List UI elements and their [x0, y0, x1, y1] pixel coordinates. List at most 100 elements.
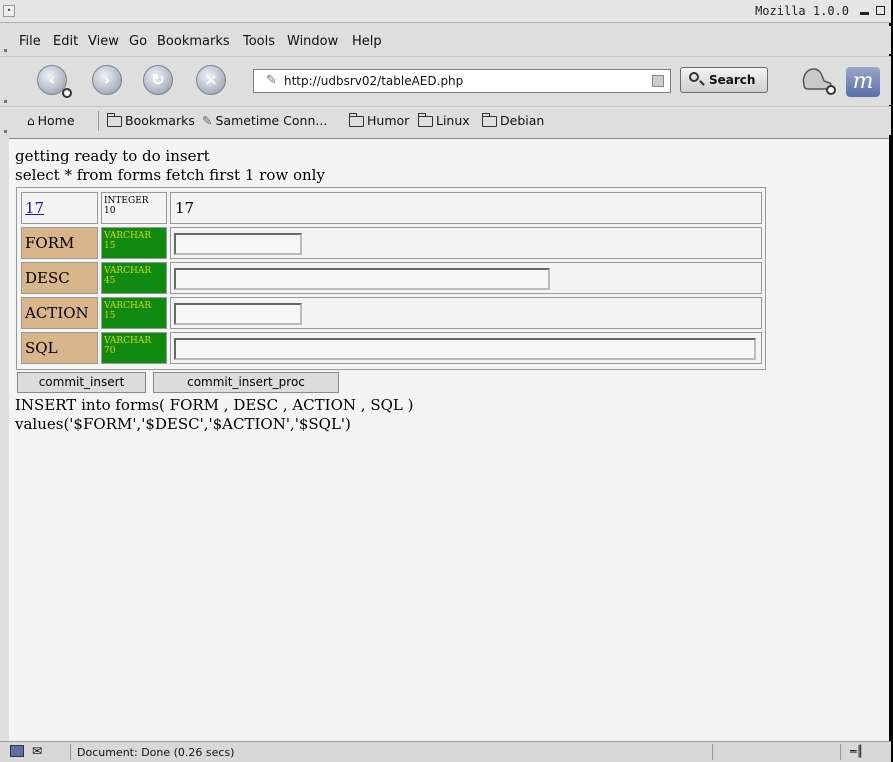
folder-icon — [349, 112, 364, 127]
status-text: Document: Done (0.26 secs) — [77, 746, 235, 759]
menu-view[interactable]: View — [88, 34, 119, 49]
type-cell: VARCHAR 15 — [101, 297, 167, 329]
menu-bar: File Edit View Go Bookmarks Tools Window… — [0, 26, 891, 54]
type-name: VARCHAR — [104, 301, 152, 311]
type-name: VARCHAR — [104, 336, 152, 346]
value-cell — [170, 332, 762, 364]
reload-icon: ↻ — [151, 70, 165, 89]
url-bar[interactable]: ✎ http://udbsrv02/tableAED.php — [253, 69, 671, 93]
url-history-dropdown-icon[interactable] — [652, 75, 664, 87]
table-row: SQL VARCHAR 70 — [21, 332, 762, 364]
table-row: 17 INTEGER 10 17 — [21, 192, 762, 224]
form-input[interactable] — [174, 233, 302, 255]
column-name-cell: FORM — [21, 227, 98, 259]
status-separator — [840, 744, 841, 760]
menu-tools[interactable]: Tools — [243, 34, 275, 49]
value-cell — [170, 297, 762, 329]
home-icon: ⌂ — [27, 113, 35, 128]
column-name-cell: SQL — [21, 332, 98, 364]
bookmark-home[interactable]: ⌂ Home — [27, 113, 75, 128]
search-button[interactable]: Search — [680, 67, 768, 93]
folder-icon — [418, 112, 433, 127]
menu-file[interactable]: File — [19, 34, 41, 49]
table-row: FORM VARCHAR 15 — [21, 227, 762, 259]
column-name-cell: ACTION — [21, 297, 98, 329]
bookmark-linux-label: Linux — [436, 113, 470, 128]
back-arrow-icon: ‹ — [48, 70, 56, 89]
row-key-link[interactable]: 17 — [25, 199, 44, 217]
magnifier-icon — [689, 72, 699, 82]
mail-icon[interactable]: ✉ — [32, 744, 42, 758]
type-length: 15 — [104, 311, 116, 321]
menu-edit[interactable]: Edit — [53, 34, 78, 49]
bookmark-sametime[interactable]: ✎ Sametime Conn... — [202, 113, 327, 128]
page-content: getting ready to do insert select * from… — [9, 138, 889, 741]
window-menu-button[interactable]: • — [3, 5, 15, 17]
table-row: DESC VARCHAR 45 — [21, 262, 762, 294]
status-bar: ✉ Document: Done (0.26 secs) ═║ — [0, 741, 891, 762]
page-proxy-icon[interactable]: ✎ — [266, 70, 277, 92]
bookmark-humor-label: Humor — [367, 113, 410, 128]
row-key-cell[interactable]: 17 — [21, 192, 98, 224]
print-icon[interactable] — [800, 63, 836, 95]
search-button-label: Search — [709, 73, 756, 87]
type-name: VARCHAR — [104, 231, 152, 241]
type-cell: VARCHAR 70 — [101, 332, 167, 364]
type-length: 45 — [104, 276, 116, 286]
bookmarks-grip[interactable] — [2, 107, 9, 135]
type-cell: VARCHAR 45 — [101, 262, 167, 294]
values-statement-line: values('$FORM','$DESC','$ACTION','$SQL') — [15, 415, 351, 433]
back-button[interactable]: ‹ — [37, 65, 72, 98]
folder-icon — [107, 112, 122, 127]
navigator-icon[interactable] — [10, 745, 24, 757]
mozilla-logo-icon: m — [846, 67, 880, 97]
action-input[interactable] — [174, 303, 302, 325]
bookmarks-toolbar: ⌂ Home Bookmarks ✎ Sametime Conn... Humo… — [0, 106, 891, 135]
menu-help[interactable]: Help — [352, 34, 382, 49]
menu-window[interactable]: Window — [287, 34, 338, 49]
menu-bookmarks[interactable]: Bookmarks — [157, 34, 230, 49]
type-name: INTEGER — [104, 196, 149, 206]
reload-button[interactable]: ↻ — [143, 65, 173, 95]
folder-icon — [482, 112, 497, 127]
column-name-cell: DESC — [21, 262, 98, 294]
navbar-grip[interactable] — [2, 57, 9, 105]
stop-button[interactable]: × — [196, 65, 226, 95]
toolbar-separator — [98, 111, 99, 131]
url-text: http://udbsrv02/tableAED.php — [284, 74, 464, 88]
query-line: select * from forms fetch first 1 row on… — [15, 166, 325, 184]
stop-icon: × — [204, 70, 218, 89]
commit-insert-button[interactable]: commit_insert — [17, 372, 146, 393]
maximize-button[interactable] — [876, 6, 885, 15]
form-table: 17 INTEGER 10 17 FORM VARCHAR 15 DESC VA… — [16, 187, 766, 370]
navigation-toolbar: ‹ › ↻ × ✎ http://udbsrv02/tableAED.php S… — [0, 56, 891, 105]
bookmark-bookmarks-label: Bookmarks — [125, 113, 195, 128]
back-dropdown-icon[interactable] — [62, 88, 72, 98]
status-line-1: getting ready to do insert — [15, 147, 210, 165]
bookmark-debian-label: Debian — [500, 113, 545, 128]
sql-input[interactable] — [174, 338, 756, 360]
minimize-button[interactable] — [860, 6, 869, 15]
table-row: ACTION VARCHAR 15 — [21, 297, 762, 329]
bookmark-home-label: Home — [37, 113, 75, 128]
bookmark-humor[interactable]: Humor — [349, 112, 410, 128]
menubar-grip[interactable] — [2, 26, 9, 54]
menu-go[interactable]: Go — [129, 34, 147, 49]
bookmark-sametime-label: Sametime Conn... — [215, 113, 328, 128]
window-title: Mozilla 1.0.0 — [755, 4, 849, 18]
title-bar: • Mozilla 1.0.0 — [0, 0, 891, 23]
bookmark-icon: ✎ — [202, 113, 213, 128]
forward-arrow-icon: › — [103, 70, 111, 89]
status-separator — [712, 744, 713, 760]
desc-input[interactable] — [174, 268, 550, 290]
type-cell: INTEGER 10 — [101, 192, 167, 224]
browser-window: • Mozilla 1.0.0 File Edit View Go Bookma… — [0, 0, 891, 762]
forward-button[interactable]: › — [92, 65, 122, 95]
bookmark-bookmarks[interactable]: Bookmarks — [107, 112, 195, 128]
type-cell: VARCHAR 15 — [101, 227, 167, 259]
bookmark-debian[interactable]: Debian — [482, 112, 545, 128]
commit-insert-proc-button[interactable]: commit_insert_proc — [153, 372, 339, 393]
status-separator — [70, 744, 71, 760]
online-status-icon[interactable]: ═║ — [850, 745, 863, 758]
bookmark-linux[interactable]: Linux — [418, 112, 470, 128]
